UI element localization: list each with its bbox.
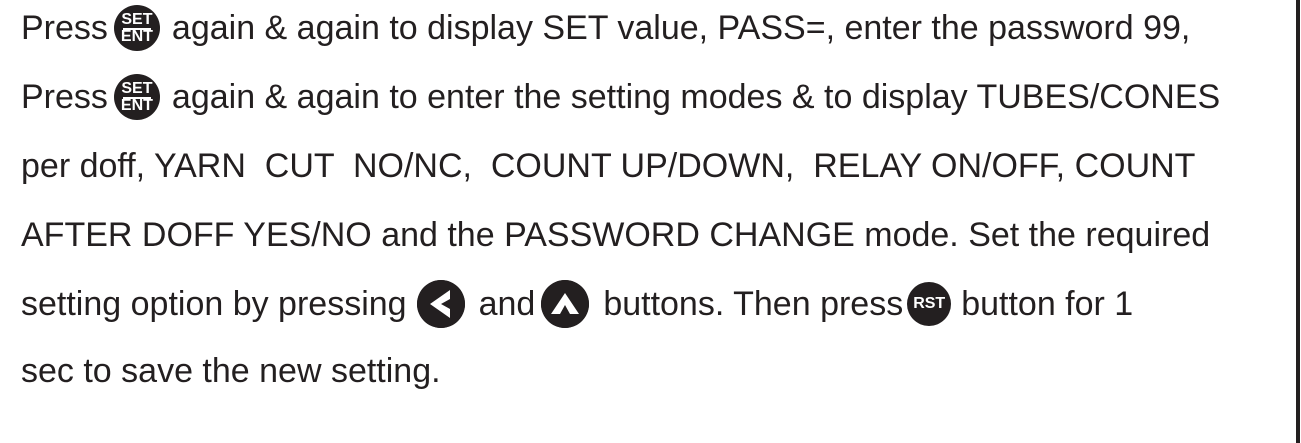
line4-text: AFTER DOFF YES/NO and the PASSWORD CHANG… xyxy=(21,215,1211,254)
line6-text: sec to save the new setting. xyxy=(21,351,441,390)
set-key-label: SET xyxy=(121,11,153,28)
set-key-label: SET xyxy=(121,80,153,97)
line3-text: per doff, YARN CUT NO/NC, COUNT UP/DOWN,… xyxy=(21,146,1196,185)
instruction-line-6: sec to save the new setting. xyxy=(21,346,441,396)
instruction-line-1: Press SET ENT again & again to display S… xyxy=(21,3,1190,53)
set-ent-key-icon: SET ENT xyxy=(113,74,160,120)
line2-rest: again & again to enter the setting modes… xyxy=(171,77,1221,116)
line5-setting-option: setting option by pressing xyxy=(21,284,407,323)
instruction-line-2: Press SET ENT again & again to enter the… xyxy=(21,72,1220,122)
line5-and: and xyxy=(478,284,536,323)
up-arrow-key-icon xyxy=(541,280,590,328)
rst-key-label: RST xyxy=(913,295,946,312)
rst-key-icon: RST xyxy=(907,282,952,326)
line5-button-for: button for 1 xyxy=(961,284,1134,323)
instruction-line-4: AFTER DOFF YES/NO and the PASSWORD CHANG… xyxy=(21,210,1210,260)
line1-rest: again & again to display SET value, PASS… xyxy=(171,8,1191,47)
instruction-line-3: per doff, YARN CUT NO/NC, COUNT UP/DOWN,… xyxy=(21,141,1195,191)
right-border-rule xyxy=(1296,0,1300,443)
line1-press: Press xyxy=(21,8,108,47)
line2-press: Press xyxy=(21,77,108,116)
set-ent-key-icon: SET ENT xyxy=(113,5,160,51)
left-arrow-key-icon xyxy=(416,280,465,328)
ent-key-label: ENT xyxy=(120,28,153,45)
line5-then-press: buttons. Then press xyxy=(603,284,904,323)
ent-key-label: ENT xyxy=(120,97,153,114)
instruction-line-5: setting option by pressing and buttons. … xyxy=(21,279,1133,329)
